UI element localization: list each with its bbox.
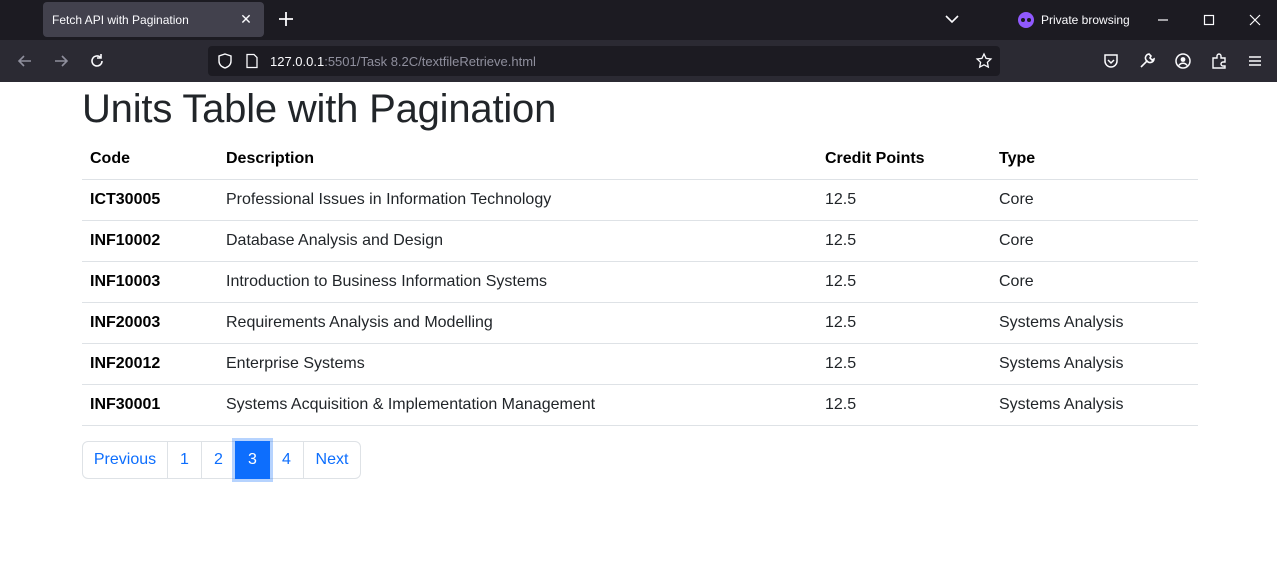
- private-browsing-label: Private browsing: [1041, 13, 1130, 27]
- unit-credit-points: 12.5: [817, 302, 991, 344]
- column-header-type: Type: [991, 139, 1198, 180]
- private-mask-icon: [1018, 12, 1034, 28]
- pagination-page-2[interactable]: 2: [201, 441, 236, 479]
- table-row: ICT30005 Professional Issues in Informat…: [82, 179, 1198, 221]
- unit-description: Requirements Analysis and Modelling: [218, 302, 817, 344]
- pagination-page-4[interactable]: 4: [269, 441, 304, 479]
- pagination-page-3-active[interactable]: 3: [235, 441, 270, 479]
- pocket-icon[interactable]: [1101, 51, 1121, 71]
- unit-credit-points: 12.5: [817, 384, 991, 426]
- page-title: Units Table with Pagination: [82, 87, 557, 131]
- close-window-icon[interactable]: [1245, 10, 1265, 30]
- address-bar[interactable]: 127.0.0.1:5501/Task 8.2C/textfileRetriev…: [208, 46, 1000, 76]
- reload-icon[interactable]: [87, 51, 107, 71]
- back-arrow-icon[interactable]: [15, 51, 35, 71]
- unit-credit-points: 12.5: [817, 179, 991, 221]
- wrench-icon[interactable]: [1137, 51, 1157, 71]
- shield-icon[interactable]: [216, 52, 234, 70]
- bookmark-star-icon[interactable]: [975, 52, 993, 70]
- table-header-row: Code Description Credit Points Type: [82, 139, 1198, 180]
- table-row: INF20012 Enterprise Systems 12.5 Systems…: [82, 343, 1198, 385]
- browser-tab-bar: Fetch API with Pagination ✕ Private brow…: [0, 0, 1277, 40]
- table-row: INF20003 Requirements Analysis and Model…: [82, 302, 1198, 344]
- unit-description: Database Analysis and Design: [218, 220, 817, 262]
- url-host: 127.0.0.1: [270, 54, 325, 69]
- url-text[interactable]: 127.0.0.1:5501/Task 8.2C/textfileRetriev…: [270, 54, 536, 69]
- pagination-page-1[interactable]: 1: [167, 441, 202, 479]
- hamburger-menu-icon[interactable]: [1245, 51, 1265, 71]
- unit-code: INF10003: [82, 261, 218, 303]
- unit-type: Core: [991, 179, 1198, 221]
- chevron-down-icon[interactable]: [944, 11, 960, 27]
- column-header-code: Code: [82, 139, 218, 180]
- unit-credit-points: 12.5: [817, 220, 991, 262]
- unit-code: INF20012: [82, 343, 218, 385]
- browser-tab[interactable]: Fetch API with Pagination ✕: [43, 2, 264, 37]
- forward-arrow-icon[interactable]: [51, 51, 71, 71]
- table-row: INF30001 Systems Acquisition & Implement…: [82, 384, 1198, 426]
- table-row: INF10002 Database Analysis and Design 12…: [82, 220, 1198, 262]
- unit-credit-points: 12.5: [817, 343, 991, 385]
- unit-type: Systems Analysis: [991, 384, 1198, 426]
- unit-code: INF30001: [82, 384, 218, 426]
- unit-description: Systems Acquisition & Implementation Man…: [218, 384, 817, 426]
- private-browsing-indicator: Private browsing: [1018, 11, 1130, 29]
- url-path: :5501/Task 8.2C/textfileRetrieve.html: [324, 54, 536, 69]
- pagination-next-button[interactable]: Next: [303, 441, 361, 479]
- unit-description: Professional Issues in Information Techn…: [218, 179, 817, 221]
- unit-code: INF10002: [82, 220, 218, 262]
- page-icon[interactable]: [244, 53, 260, 69]
- unit-type: Systems Analysis: [991, 343, 1198, 385]
- page-content: Units Table with Pagination Code Descrip…: [0, 82, 1277, 577]
- column-header-credit-points: Credit Points: [817, 139, 991, 180]
- extensions-icon[interactable]: [1209, 51, 1229, 71]
- account-icon[interactable]: [1173, 51, 1193, 71]
- new-tab-icon[interactable]: [276, 9, 296, 29]
- pagination: Previous 1 2 3 4 Next: [82, 441, 361, 479]
- unit-credit-points: 12.5: [817, 261, 991, 303]
- close-tab-icon[interactable]: ✕: [238, 11, 254, 27]
- tab-title: Fetch API with Pagination: [52, 12, 189, 27]
- unit-code: ICT30005: [82, 179, 218, 221]
- pagination-previous-button[interactable]: Previous: [82, 441, 168, 479]
- unit-code: INF20003: [82, 302, 218, 344]
- unit-type: Core: [991, 261, 1198, 303]
- column-header-description: Description: [218, 139, 817, 180]
- unit-type: Systems Analysis: [991, 302, 1198, 344]
- unit-description: Introduction to Business Information Sys…: [218, 261, 817, 303]
- minimize-icon[interactable]: [1153, 10, 1173, 30]
- unit-description: Enterprise Systems: [218, 343, 817, 385]
- units-table: Code Description Credit Points Type ICT3…: [82, 139, 1198, 426]
- table-row: INF10003 Introduction to Business Inform…: [82, 261, 1198, 303]
- maximize-icon[interactable]: [1199, 10, 1219, 30]
- unit-type: Core: [991, 220, 1198, 262]
- browser-nav-bar: 127.0.0.1:5501/Task 8.2C/textfileRetriev…: [0, 40, 1277, 82]
